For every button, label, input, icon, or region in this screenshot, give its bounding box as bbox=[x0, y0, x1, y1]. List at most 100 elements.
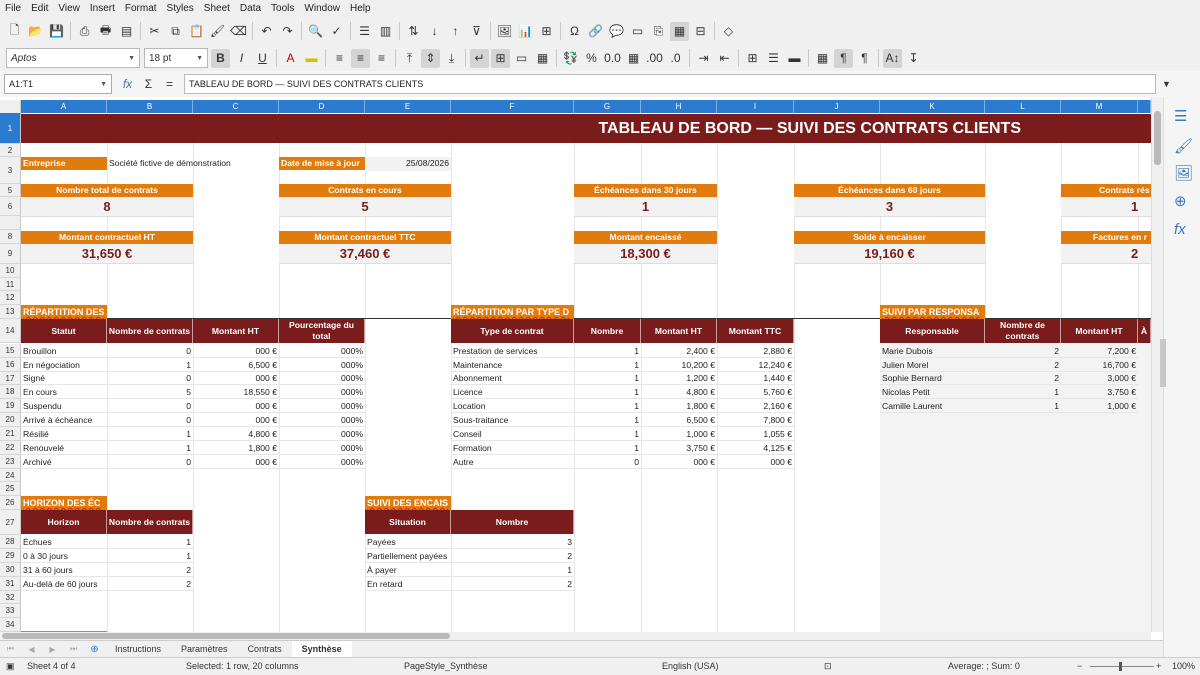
table-cell[interactable]: 2 bbox=[107, 577, 193, 591]
table-cell[interactable]: Maintenance bbox=[451, 358, 574, 372]
table-cell[interactable]: Abonnement bbox=[451, 372, 574, 385]
kpi-value[interactable]: 37,460 € bbox=[279, 244, 451, 264]
column-header[interactable]: D bbox=[279, 100, 365, 113]
redo-icon[interactable]: ↷ bbox=[278, 22, 297, 41]
row-header[interactable]: 10 bbox=[0, 264, 21, 278]
table-cell[interactable]: Marie Dubois bbox=[880, 344, 985, 358]
column-header[interactable]: B bbox=[107, 100, 193, 113]
decrease-indent-icon[interactable]: ⇤ bbox=[715, 49, 734, 68]
table-cell[interactable]: 0 bbox=[107, 344, 193, 358]
table-cell[interactable]: 0 bbox=[107, 399, 193, 413]
table-cell[interactable]: 000 € bbox=[641, 455, 717, 469]
row-header[interactable]: 11 bbox=[0, 278, 21, 291]
name-box[interactable]: A1:T1 ▼ bbox=[4, 74, 112, 94]
underline-icon[interactable]: U bbox=[253, 49, 272, 68]
sort-ascending-icon[interactable]: ↓ bbox=[425, 22, 444, 41]
table-cell[interactable]: Signé bbox=[21, 372, 107, 385]
table-cell[interactable]: 18,550 € bbox=[193, 385, 279, 399]
table-cell[interactable]: 0 bbox=[574, 455, 641, 469]
table-cell[interactable]: Archivé bbox=[21, 455, 107, 469]
table-cell[interactable]: Au-delà de 60 jours bbox=[21, 577, 107, 591]
row-header[interactable]: 33 bbox=[0, 604, 21, 618]
table-cell[interactable]: 000% bbox=[279, 358, 365, 372]
table-cell[interactable]: À payer bbox=[365, 563, 451, 577]
company-value[interactable]: Société fictive de démonstration bbox=[107, 157, 279, 171]
menu-file[interactable]: File bbox=[0, 0, 26, 17]
table-cell[interactable]: 2 bbox=[985, 358, 1061, 372]
table-cell[interactable]: 2 bbox=[451, 549, 574, 563]
table-cell[interactable]: 2 bbox=[985, 372, 1061, 385]
table-cell[interactable]: 3,750 € bbox=[1061, 385, 1138, 399]
split-window-icon[interactable]: ⊟ bbox=[691, 22, 710, 41]
table-cell[interactable]: Licence bbox=[451, 385, 574, 399]
menu-data[interactable]: Data bbox=[235, 0, 266, 17]
table-cell[interactable]: 1,200 € bbox=[641, 372, 717, 385]
table-cell[interactable]: 7,800 € bbox=[717, 413, 794, 427]
table-cell[interactable]: Conseil bbox=[451, 427, 574, 441]
table-cell[interactable]: 000% bbox=[279, 399, 365, 413]
column-header[interactable]: L bbox=[985, 100, 1061, 113]
borders-icon[interactable]: ⊞ bbox=[743, 49, 762, 68]
border-color-icon[interactable]: ▬ bbox=[785, 49, 804, 68]
table-cell[interactable]: 000% bbox=[279, 385, 365, 399]
copy-icon[interactable]: ⧉ bbox=[166, 22, 185, 41]
zoom-slider-thumb[interactable] bbox=[1119, 662, 1122, 671]
table-cell[interactable]: Renouvelé bbox=[21, 441, 107, 455]
table-cell[interactable]: Échues bbox=[21, 535, 107, 549]
horizontal-scrollbar[interactable] bbox=[0, 632, 1151, 640]
table-cell[interactable]: 5,760 € bbox=[717, 385, 794, 399]
row-header[interactable]: 8 bbox=[0, 230, 21, 244]
table-cell[interactable]: 1 bbox=[574, 344, 641, 358]
table-cell[interactable]: 1 bbox=[574, 399, 641, 413]
row-header[interactable]: 27 bbox=[0, 510, 21, 535]
print-icon[interactable]: 🖶 bbox=[96, 22, 115, 41]
formula-icon[interactable]: = bbox=[160, 75, 179, 94]
table-cell[interactable]: 000 € bbox=[193, 344, 279, 358]
row-header[interactable]: 13 bbox=[0, 305, 21, 319]
menu-sheet[interactable]: Sheet bbox=[199, 0, 235, 17]
menu-edit[interactable]: Edit bbox=[26, 0, 53, 17]
table-cell[interactable]: 2 bbox=[107, 563, 193, 577]
row-header[interactable]: 34 bbox=[0, 618, 21, 632]
increase-indent-icon[interactable]: ⇥ bbox=[694, 49, 713, 68]
row-header[interactable]: 15 bbox=[0, 344, 21, 358]
table-cell[interactable]: 12,240 € bbox=[717, 358, 794, 372]
unmerge-cells-icon[interactable]: ▦ bbox=[533, 49, 552, 68]
add-sheet-icon[interactable]: ⊕ bbox=[85, 640, 104, 659]
column-icon[interactable]: ▥ bbox=[376, 22, 395, 41]
row-header[interactable] bbox=[0, 216, 21, 230]
zoom-out-icon[interactable]: − bbox=[1077, 661, 1082, 671]
table-cell[interactable]: 1,800 € bbox=[641, 399, 717, 413]
select-all-corner[interactable] bbox=[0, 100, 21, 113]
table-cell[interactable]: 2,880 € bbox=[717, 344, 794, 358]
table-cell[interactable]: 000% bbox=[279, 427, 365, 441]
table-cell[interactable]: 4,800 € bbox=[193, 427, 279, 441]
kpi-value[interactable]: 8 bbox=[21, 197, 193, 217]
scrollbar-thumb[interactable] bbox=[2, 633, 450, 639]
table-cell[interactable]: 1 bbox=[107, 535, 193, 549]
table-cell[interactable]: 1 bbox=[107, 358, 193, 372]
table-cell[interactable]: 000 € bbox=[193, 455, 279, 469]
merge-center-icon[interactable]: ⊞ bbox=[491, 48, 510, 68]
table-cell[interactable]: 0 bbox=[107, 372, 193, 385]
new-icon[interactable]: 🗋 bbox=[5, 22, 24, 41]
chart-icon[interactable]: 📊 bbox=[516, 22, 535, 41]
table-cell[interactable]: En cours bbox=[21, 385, 107, 399]
tab-synthese[interactable]: Synthèse bbox=[291, 640, 352, 658]
table-cell[interactable]: Sous-traitance bbox=[451, 413, 574, 427]
first-sheet-icon[interactable]: ⏮ bbox=[1, 640, 20, 659]
row-header[interactable]: 9 bbox=[0, 244, 21, 264]
sort-descending-icon[interactable]: ↑ bbox=[446, 22, 465, 41]
row-header[interactable]: 1 bbox=[0, 113, 21, 144]
table-cell[interactable]: 1 bbox=[985, 385, 1061, 399]
column-header[interactable]: H bbox=[641, 100, 717, 113]
table-cell[interactable]: 5 bbox=[107, 385, 193, 399]
table-cell[interactable]: 1 bbox=[107, 427, 193, 441]
table-cell[interactable]: 3 bbox=[451, 535, 574, 549]
table-cell[interactable]: 000% bbox=[279, 441, 365, 455]
table-cell[interactable]: 1 bbox=[985, 399, 1061, 413]
align-middle-icon[interactable]: ⇕ bbox=[421, 48, 440, 68]
table-cell[interactable]: 7,200 € bbox=[1061, 344, 1138, 358]
table-cell[interactable]: 1 bbox=[451, 563, 574, 577]
row-header[interactable]: 21 bbox=[0, 427, 21, 441]
